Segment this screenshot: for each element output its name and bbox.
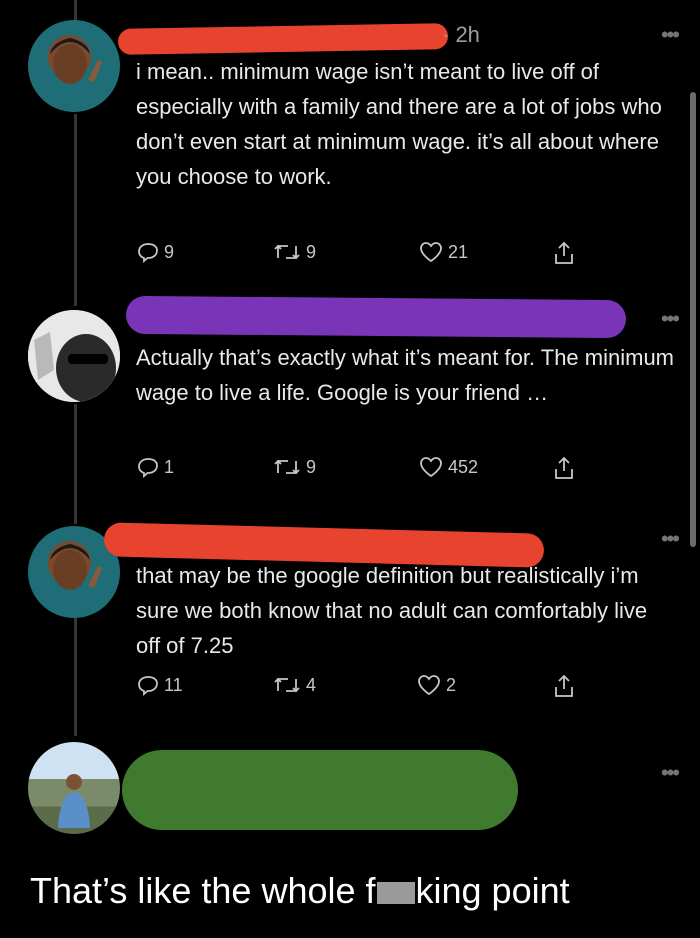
like-button[interactable]: 452 xyxy=(418,455,478,479)
retweet-icon xyxy=(274,459,300,475)
tweet-timestamp: · 2h xyxy=(442,22,480,47)
reply-button[interactable]: 11 xyxy=(136,673,183,697)
retweet-icon xyxy=(274,677,300,693)
avatar-photo xyxy=(50,38,102,84)
retweet-button[interactable]: 4 xyxy=(272,673,316,697)
retweet-count: 9 xyxy=(306,241,317,262)
tweet-actions: 11 4 2 xyxy=(136,673,596,703)
tweet[interactable]: ••• Actually that’s exactly what it’s me… xyxy=(0,290,700,510)
share-button[interactable] xyxy=(552,240,576,266)
like-count: 2 xyxy=(446,674,457,695)
avatar-photo xyxy=(58,774,90,828)
reply-count: 1 xyxy=(164,456,175,477)
reply-icon xyxy=(138,458,158,478)
avatar[interactable] xyxy=(28,742,120,834)
share-icon xyxy=(555,674,573,697)
more-options-icon[interactable]: ••• xyxy=(661,526,680,552)
retweet-button[interactable]: 9 xyxy=(272,455,316,479)
tweet[interactable]: ••• xyxy=(0,730,700,850)
share-button[interactable] xyxy=(552,673,576,699)
retweet-button[interactable]: 9 xyxy=(272,240,316,264)
tweet-text: Actually that’s exactly what it’s meant … xyxy=(136,345,675,405)
reply-button[interactable]: 9 xyxy=(136,240,174,264)
redacted-username xyxy=(122,750,518,830)
caption: That’s like the whole f king point xyxy=(30,870,570,912)
tweet-text: that may be the google definition but re… xyxy=(136,563,648,658)
retweet-icon xyxy=(274,244,300,260)
tweet-actions: 9 9 21 xyxy=(136,240,596,270)
avatar[interactable] xyxy=(28,20,120,112)
like-icon xyxy=(418,675,440,696)
retweet-count: 4 xyxy=(306,674,317,695)
reply-icon xyxy=(138,676,158,696)
like-button[interactable]: 2 xyxy=(416,673,456,697)
reply-count: 11 xyxy=(164,674,183,695)
more-options-icon[interactable]: ••• xyxy=(661,22,680,48)
reply-button[interactable]: 1 xyxy=(136,455,174,479)
reply-count: 9 xyxy=(164,241,175,262)
share-button[interactable] xyxy=(552,455,576,481)
caption-text-start: That’s like the whole f xyxy=(30,870,376,911)
avatar-photo xyxy=(28,310,120,402)
tweet-text: i mean.. minimum wage isn’t meant to liv… xyxy=(136,59,662,189)
redacted-username xyxy=(125,295,627,339)
reply-icon xyxy=(138,243,158,263)
tweet[interactable]: · 2h ••• i mean.. minimum wage isn’t mea… xyxy=(0,0,700,290)
avatar[interactable] xyxy=(28,310,120,402)
like-button[interactable]: 21 xyxy=(418,240,468,264)
like-icon xyxy=(420,242,442,263)
share-icon xyxy=(555,241,573,264)
retweet-count: 9 xyxy=(306,456,317,477)
tweet-actions: 1 9 452 xyxy=(136,455,596,485)
censor-block xyxy=(376,882,415,905)
share-icon xyxy=(555,456,573,479)
like-count: 21 xyxy=(448,241,469,262)
like-count: 452 xyxy=(448,456,479,477)
like-icon xyxy=(420,457,442,478)
more-options-icon[interactable]: ••• xyxy=(661,306,680,332)
redacted-username xyxy=(117,23,449,55)
tweet[interactable]: ••• that may be the google definition bu… xyxy=(0,510,700,730)
more-options-icon[interactable]: ••• xyxy=(661,760,680,786)
caption-text-end: king point xyxy=(415,870,570,911)
